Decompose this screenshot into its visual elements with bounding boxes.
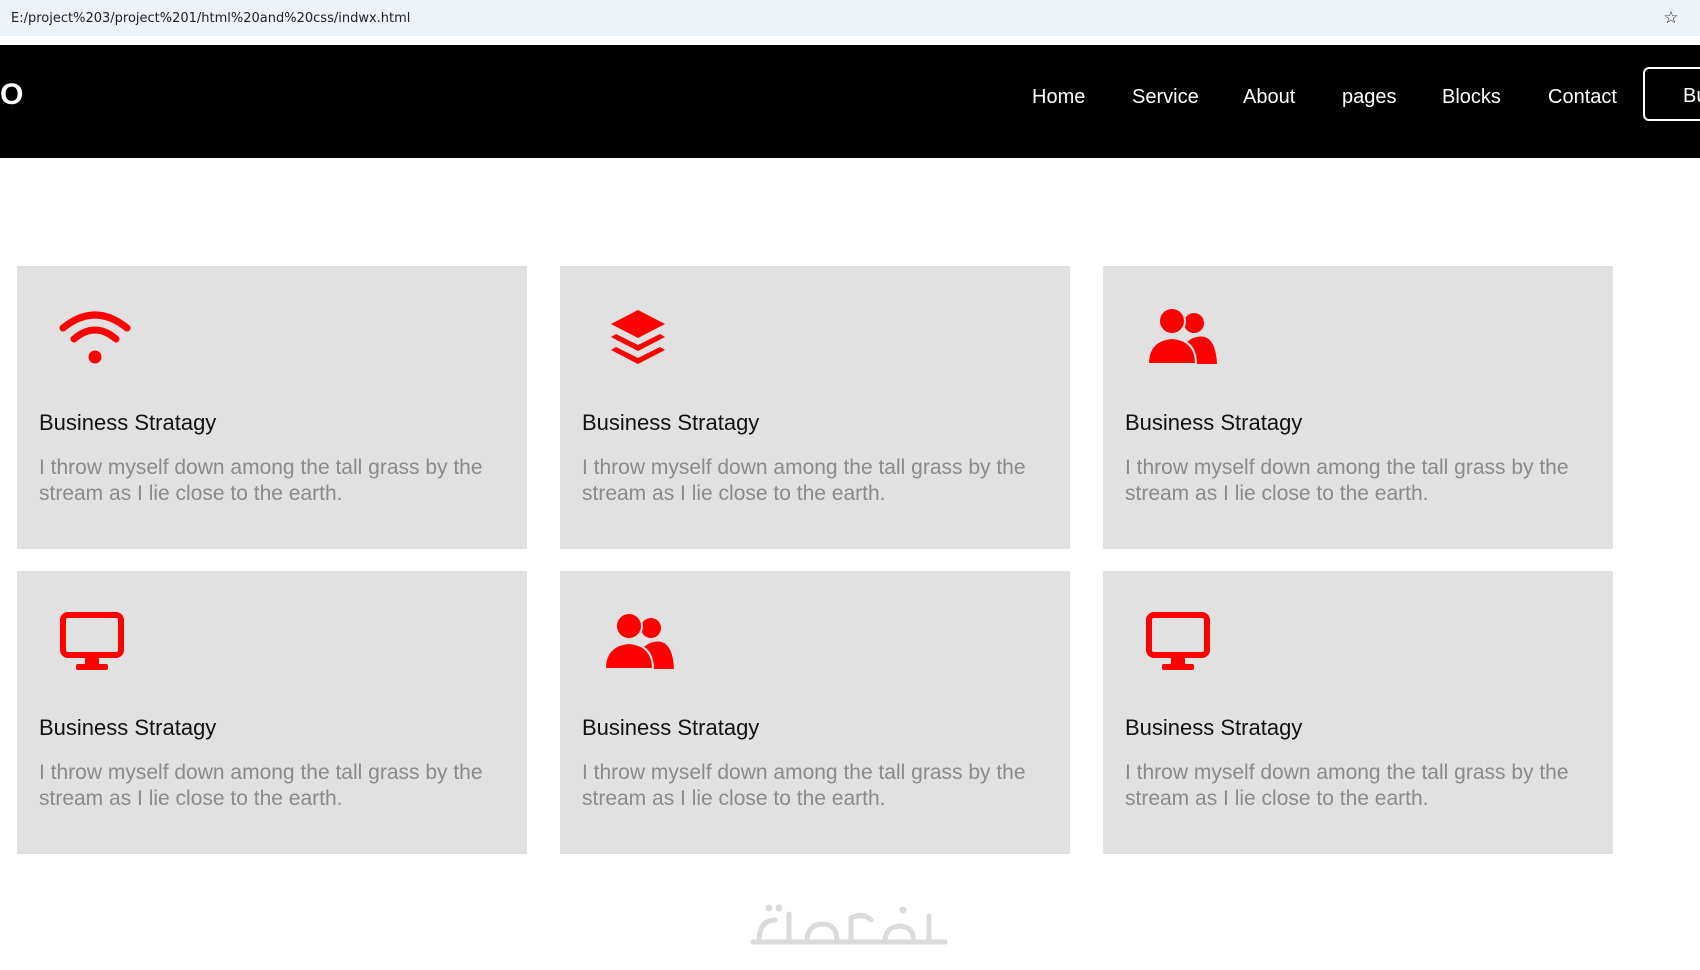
card-title: Business Stratagy xyxy=(582,410,760,435)
card-title: Business Stratagy xyxy=(39,410,217,435)
nav-pages[interactable]: pages xyxy=(1342,85,1397,109)
nav-service[interactable]: Service xyxy=(1132,85,1199,109)
service-card: Business Stratagy I throw myself down am… xyxy=(1103,571,1613,854)
card-description: I throw myself down among the tall grass… xyxy=(1125,761,1569,810)
service-card: Business Stratagy I throw myself down am… xyxy=(560,571,1070,854)
service-card: Business Stratagy I throw myself down am… xyxy=(1103,266,1613,549)
address-bar-divider xyxy=(0,36,1700,45)
card-title: Business Stratagy xyxy=(1125,715,1303,740)
desktop-icon xyxy=(1145,611,1217,675)
card-description: I throw myself down among the tall grass… xyxy=(39,761,483,810)
bookmark-star-icon[interactable]: ☆ xyxy=(1661,8,1681,28)
card-description: I throw myself down among the tall grass… xyxy=(39,456,483,505)
card-description: I throw myself down among the tall grass… xyxy=(582,761,1026,810)
card-description: I throw myself down among the tall grass… xyxy=(1125,456,1569,505)
card-title: Business Stratagy xyxy=(39,715,217,740)
layers-icon xyxy=(602,306,674,370)
users-icon xyxy=(602,611,674,675)
address-bar[interactable]: E:/project%203/project%201/html%20and%20… xyxy=(0,0,1700,36)
nav-contact[interactable]: Contact xyxy=(1548,85,1617,109)
service-card: Business Stratagy I throw myself down am… xyxy=(17,571,527,854)
card-title: Business Stratagy xyxy=(582,715,760,740)
nav-about[interactable]: About xyxy=(1243,85,1295,109)
header-cta-button[interactable]: Buy xyxy=(1643,67,1700,121)
service-card: Business Stratagy I throw myself down am… xyxy=(17,266,527,549)
users-icon xyxy=(1145,306,1217,370)
card-description: I throw myself down among the tall grass… xyxy=(582,456,1026,505)
desktop-icon xyxy=(59,611,131,675)
wifi-icon xyxy=(59,306,131,370)
card-title: Business Stratagy xyxy=(1125,410,1303,435)
service-card: Business Stratagy I throw myself down am… xyxy=(560,266,1070,549)
site-header: O Home Service About pages Blocks Contac… xyxy=(0,45,1700,158)
logo[interactable]: O xyxy=(0,77,23,113)
watermark-logo xyxy=(745,898,955,958)
nav-blocks[interactable]: Blocks xyxy=(1442,85,1501,109)
url-text[interactable]: E:/project%203/project%201/html%20and%20… xyxy=(11,11,410,26)
nav-home[interactable]: Home xyxy=(1032,85,1085,109)
